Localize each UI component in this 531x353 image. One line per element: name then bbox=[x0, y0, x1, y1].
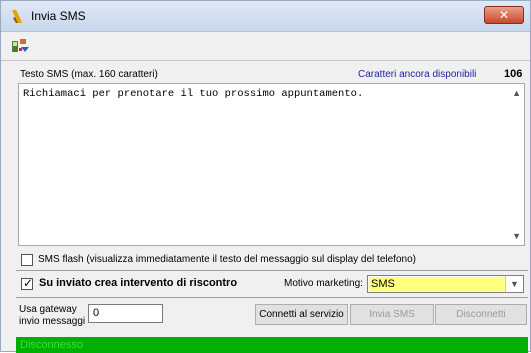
gateway-label-line2: invio messaggi bbox=[19, 316, 86, 327]
send-sms-button[interactable]: Invia SMS bbox=[350, 304, 434, 325]
marketing-reason-label: Motivo marketing: bbox=[284, 278, 363, 289]
message-label: Testo SMS (max. 160 caratteri) bbox=[20, 69, 158, 80]
window-title: Invia SMS bbox=[31, 9, 86, 23]
gateway-input[interactable]: 0 bbox=[88, 304, 163, 323]
connection-status: Disconnesso bbox=[16, 337, 528, 353]
divider bbox=[1, 60, 530, 61]
message-text[interactable]: Richiamaci per prenotare il tuo prossimo… bbox=[23, 88, 363, 100]
disconnect-button[interactable]: Disconnetti bbox=[435, 304, 527, 325]
message-textarea[interactable]: Richiamaci per prenotare il tuo prossimo… bbox=[18, 83, 525, 246]
scroll-down-icon[interactable]: ▼ bbox=[512, 231, 521, 241]
close-button[interactable]: ✕ bbox=[484, 6, 524, 24]
title-bar[interactable]: Invia SMS ✕ bbox=[1, 1, 530, 32]
remaining-chars-count: 106 bbox=[504, 68, 523, 80]
sms-flash-label[interactable]: SMS flash (visualizza immediatamente il … bbox=[38, 254, 416, 265]
divider bbox=[16, 297, 528, 298]
sms-dialog-window: Invia SMS ✕ Testo SMS (max. 160 caratter… bbox=[0, 0, 531, 353]
vertical-scrollbar[interactable]: ▲ ▼ bbox=[507, 84, 524, 245]
checkmark-icon: ✓ bbox=[23, 276, 34, 290]
app-icon bbox=[12, 10, 22, 23]
marketing-reason-select[interactable]: SMS ▼ bbox=[367, 275, 524, 293]
chevron-down-icon[interactable]: ▼ bbox=[505, 276, 523, 292]
sms-flash-checkbox[interactable] bbox=[21, 254, 33, 266]
create-intervento-checkbox[interactable]: ✓ bbox=[21, 276, 34, 290]
remaining-chars-label: Caratteri ancora disponibili bbox=[358, 69, 477, 80]
marketing-reason-value[interactable]: SMS bbox=[369, 277, 506, 291]
toolbar bbox=[1, 32, 530, 60]
create-intervento-label[interactable]: Su inviato crea intervento di riscontro bbox=[39, 277, 237, 289]
scroll-up-icon[interactable]: ▲ bbox=[512, 88, 521, 98]
connect-button[interactable]: Connetti al servizio bbox=[255, 304, 348, 325]
divider bbox=[16, 270, 528, 271]
sms-app-icon[interactable] bbox=[11, 38, 31, 54]
gateway-label-line1: Usa gateway bbox=[19, 304, 77, 315]
close-icon: ✕ bbox=[498, 8, 510, 22]
